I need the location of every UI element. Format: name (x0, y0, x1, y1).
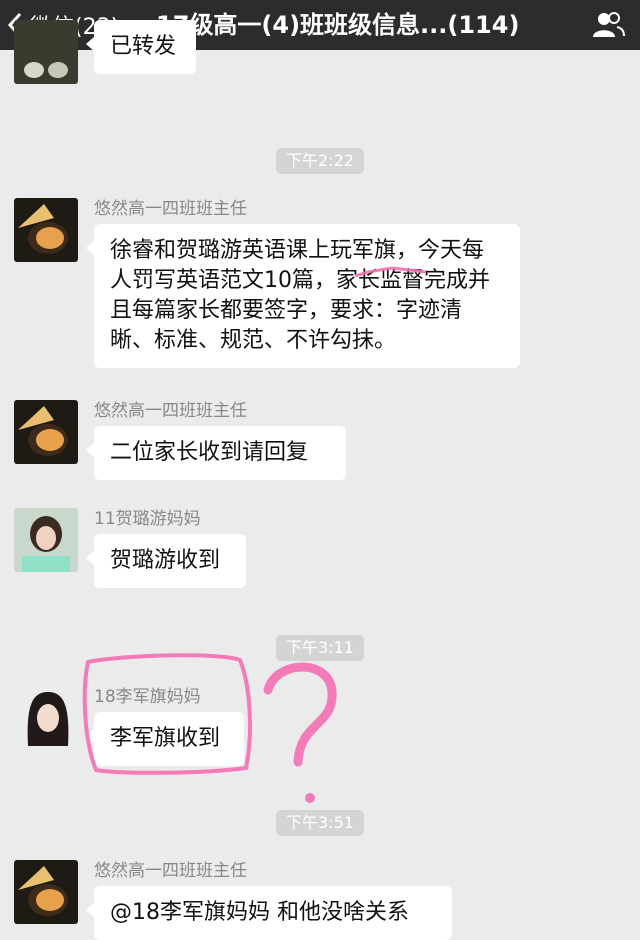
avatar[interactable] (14, 860, 78, 924)
message-text: 贺璐游收到 (110, 548, 221, 573)
sender-name: 悠然高一四班班主任 (94, 199, 247, 219)
highlight-annotation (82, 266, 427, 803)
message-bubble[interactable]: 已转发 (86, 20, 196, 74)
message-bubble[interactable]: 徐睿和贺璐游英语课上玩军旗，今天每人罚写英语范文10篇，家长监督完成并且每篇家长… (86, 224, 520, 368)
sender-name: 11贺璐游妈妈 (94, 509, 201, 529)
sender-name: 悠然高一四班班主任 (94, 401, 247, 421)
avatar[interactable] (22, 686, 74, 748)
message-bubble[interactable]: @18李军旗妈妈 和他没啥关系 (86, 886, 452, 940)
message-bubble[interactable]: 二位家长收到请回复 (86, 426, 346, 480)
sender-name: 18李军旗妈妈 (94, 687, 201, 707)
avatar[interactable] (14, 508, 78, 572)
group-people-icon[interactable] (590, 9, 626, 41)
message-text: 二位家长收到请回复 (110, 440, 309, 465)
avatar[interactable] (14, 198, 78, 262)
timestamp: 下午3:11 (276, 635, 364, 661)
avatar[interactable] (14, 20, 78, 84)
chat-area[interactable]: 已转发 下午2:22 悠然高一四班班主任 徐睿和贺璐游英语课上玩军旗，今天每人罚… (0, 20, 640, 940)
message-bubble[interactable]: 李军旗收到 (86, 712, 244, 766)
avatar[interactable] (14, 400, 78, 464)
message-text: 徐睿和贺璐游英语课上玩军旗，今天每人罚写英语范文10篇，家长监督完成并且每篇家长… (110, 238, 490, 353)
message-text: 李军旗收到 (110, 726, 221, 751)
chat-title: 17级高一(4)班班级信息...(114) (156, 11, 520, 39)
question-mark-icon (263, 662, 337, 767)
sender-name: 悠然高一四班班主任 (94, 861, 247, 881)
message-text: 已转发 (110, 34, 177, 59)
message-bubble[interactable]: 贺璐游收到 (86, 534, 246, 588)
timestamp: 下午2:22 (276, 148, 364, 174)
timestamp: 下午3:51 (276, 810, 364, 836)
message-text: @18李军旗妈妈 和他没啥关系 (110, 900, 409, 925)
